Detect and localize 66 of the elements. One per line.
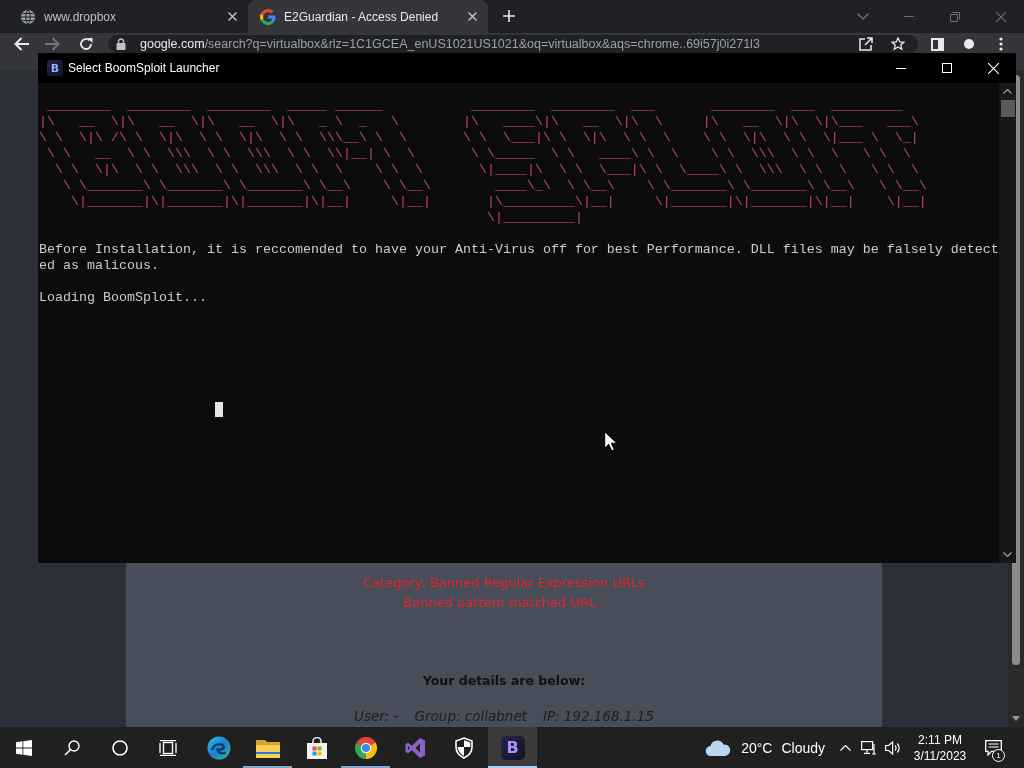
clock-date[interactable]: 3/11/2023 [913,747,967,764]
cloud-icon [705,739,732,756]
url-text: google.com/search?q=virtualbox&rlz=1C1GCEA_enUS1021US1021&oq=virtualbox&aqs=chrome..69i57j0i271l3 [140,36,761,52]
app-logo: B [500,735,525,760]
close-icon [987,62,999,74]
ribbon-logo-icon [403,736,426,759]
detail-text: IP: 192.168.1.15 [543,707,654,725]
restore-icon [950,11,960,22]
circle-icon [112,739,128,756]
shopping-bag-icon [305,736,328,759]
back-arrow-icon [13,37,29,51]
taskbar-app-button[interactable]: B [488,727,537,768]
search-icon [64,739,80,756]
reload-icon [79,37,93,51]
chevron-down-icon [857,13,869,20]
task-view-icon [159,739,177,756]
address-bar[interactable]: google.com/search?q=virtualbox&rlz=1C1GCEA_enUS1021US1021&oq=virtualbox&aqs=chrome..69i57j0i271l3 [108,35,918,53]
detail-text: User: - [354,707,399,725]
mouse-pointer-icon [604,431,617,452]
folder-icon [255,737,280,758]
temperature-text: 20°C [741,739,773,756]
speaker-icon [885,740,901,755]
clock-time[interactable]: 2:11 PM [918,731,962,748]
browser-tab[interactable]: www.dropbox [8,0,248,33]
share-icon [859,37,873,51]
weather-condition: Cloudy [781,739,825,756]
close-icon [996,11,1006,22]
maximize-icon [942,63,952,73]
category-text: Category: Banned Regular Expression URLs [362,574,646,592]
globe-icon [20,8,36,25]
notice-text: Before Installation, it is reccomended to have your Anti-Virus off for best Performance. DLL files may be falsely detected as malicous. [39,242,1000,274]
ascii-art-title: ________ ________ ________ _____ ______ ________ ________ ___ ________ ___ _________ |\ __ \|\ __ \|\ __ \|\ _ \ _ \ |\ ____\|\ __ \|\ \ |\ __ \|\ \|\___ ___\ \ \ \|\ /\ \ \|\ \ \ \|\ \ \ \\\__\ \ \ \ \ \___|\ \ \|\ \ \ \ \ \ \|\ \ \ \|___ \ \_| \ \ __ \ \ \\\ \ \ \\\ \ \ \\|__| \ \ \ \_____ \ \ ____\ \ \ \ \ \\\ \ \ \ \ \ \ \ \ \|\ \ \ \\\ \ \ \\\ \ \ \ \ \ \ \|____|\ \ \ \___|\ \ \____\ \ \\\ \ \ \ \ \ \ \ \_______\ \_______\ \_______\ \__\ \ \__\ ____\_\ \ \__\ \ \_______\ \_______\ \__\ \ \__\ \|_______|\|_______|\|_______|\|__| \|__| |\_________\|__| \|_______|\|_______|\|__| \|__| \|_________| [39,98,927,226]
lock-icon [116,38,126,50]
forward-arrow-icon [44,37,60,51]
notification-count: 1 [992,749,1005,762]
network-icon [861,740,877,755]
swirl-logo-icon [206,735,231,760]
app-logo: B [47,60,63,76]
scrollbar-thumb[interactable] [1000,100,1015,117]
detail-text: Group: collabnet [414,707,527,725]
browser-tab[interactable]: E2Guardian - Access Denied [248,0,488,33]
window-title: Select BoomSploit Launcher [68,61,220,75]
chevron-up-icon[interactable] [1003,89,1012,94]
details-heading: Your details are below: [421,672,587,690]
pattern-text: Banned pattern matched URL : [402,594,606,612]
scroll-down-icon[interactable] [1012,716,1020,721]
shield-icon [453,736,474,759]
close-icon [467,12,477,21]
windows-logo-icon [16,739,32,756]
star-icon [891,37,905,51]
chevron-up-icon [839,744,851,751]
color-ring-icon [260,8,276,25]
notifications-button[interactable]: 1 [973,727,1013,768]
block-cursor-icon [214,402,223,417]
plus-icon [503,9,515,22]
speech-bubble-icon [984,739,1002,756]
minimize-icon [904,16,914,17]
panel-icon [930,37,944,51]
scrollbar-track[interactable] [999,83,1016,563]
avatar-icon [964,39,974,49]
chevron-down-icon[interactable] [1003,552,1012,557]
close-icon [227,12,237,21]
ring-logo-icon [353,735,378,760]
minimize-icon [896,67,906,69]
status-text: Loading BoomSploit... [39,290,207,306]
menu-icon [999,37,1003,51]
